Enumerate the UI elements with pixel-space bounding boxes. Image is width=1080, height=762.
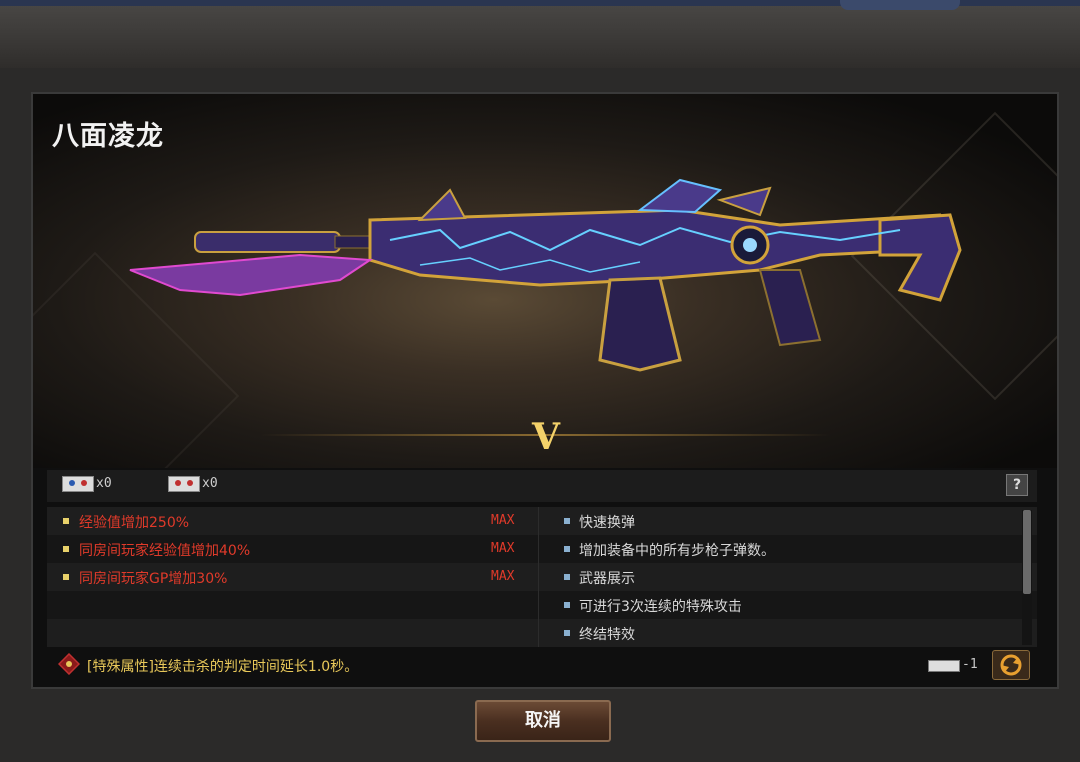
topbar-decoration	[840, 0, 960, 10]
attribute-status: MAX	[491, 569, 515, 584]
attribute-text: 同房间玩家经验值增加40%	[79, 543, 251, 559]
feature-text: 终结特效	[579, 627, 635, 643]
bullet-icon	[564, 546, 570, 552]
feature-text: 武器展示	[579, 571, 635, 587]
bullet-icon	[63, 546, 69, 552]
bullet-icon	[63, 518, 69, 524]
attribute-text: 经验值增加250%	[79, 515, 190, 531]
window-topbar	[0, 0, 1080, 70]
attribute-status: MAX	[491, 541, 515, 556]
attribute-table: 经验值增加250% MAX 快速换弹 同房间玩家经验值增加40% MAX 增加装…	[47, 507, 1037, 647]
bullet-icon	[63, 574, 69, 580]
special-attribute-text: [特殊属性]连续击杀的判定时间延长1.0秒。	[87, 659, 359, 675]
attribute-status: MAX	[491, 513, 515, 528]
bullet-icon	[564, 630, 570, 636]
chip-a-icon	[62, 476, 94, 492]
weapon-name: 八面凌龙	[52, 121, 164, 152]
chip-a-count: x0	[96, 476, 112, 491]
bullet-icon	[564, 518, 570, 524]
special-attribute-icon	[58, 653, 80, 675]
cost-chip-icon	[928, 660, 960, 672]
table-row: 同房间玩家经验值增加40% MAX 增加装备中的所有步枪子弹数。	[47, 535, 1037, 563]
attribute-text: 同房间玩家GP增加30%	[79, 571, 228, 587]
cost-value: -1	[962, 657, 978, 672]
rifle-illustration	[129, 178, 962, 372]
table-row: 可进行3次连续的特殊攻击	[47, 591, 1037, 619]
chip-b-count: x0	[202, 476, 218, 491]
cancel-button[interactable]: 取消	[475, 700, 611, 742]
grade-badge: V	[532, 416, 560, 458]
help-button[interactable]: ?	[1006, 474, 1028, 496]
feature-text: 可进行3次连续的特殊攻击	[579, 599, 742, 615]
scrollbar-thumb[interactable]	[1023, 510, 1031, 594]
table-row: 终结特效	[47, 619, 1037, 647]
table-row: 同房间玩家GP增加30% MAX 武器展示	[47, 563, 1037, 591]
chip-b-icon	[168, 476, 200, 492]
bullet-icon	[564, 574, 570, 580]
bullet-icon	[564, 602, 570, 608]
feature-text: 增加装备中的所有步枪子弹数。	[579, 543, 775, 559]
table-row: 经验值增加250% MAX 快速换弹	[47, 507, 1037, 535]
column-divider	[538, 507, 539, 647]
feature-text: 快速换弹	[579, 515, 635, 531]
refresh-button[interactable]	[992, 650, 1030, 680]
